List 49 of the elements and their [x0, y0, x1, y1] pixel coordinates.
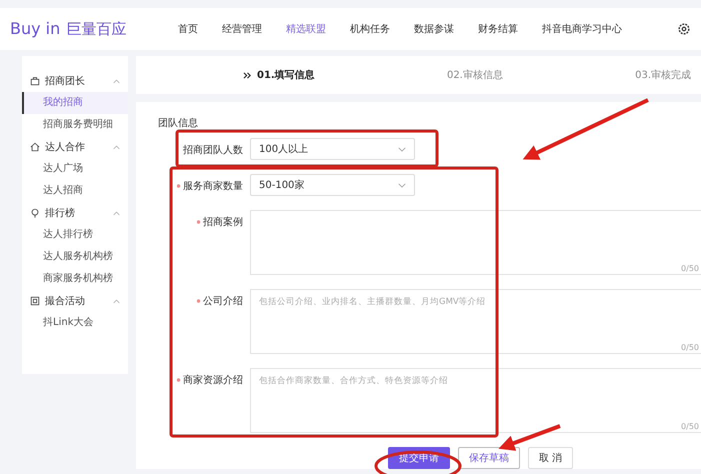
- sidebar-group[interactable]: 达人合作: [22, 136, 128, 158]
- cancel-button[interactable]: 取 消: [528, 447, 574, 469]
- sidebar-item[interactable]: 达人排行榜: [22, 224, 128, 246]
- logo[interactable]: Buy in 巨量百应: [10, 19, 160, 39]
- field-label: 招商案例: [197, 215, 243, 229]
- sidebar-item[interactable]: 招商服务费明细: [22, 114, 128, 136]
- char-counter: 0/50: [681, 343, 699, 352]
- sidebar-group[interactable]: 招商团长: [22, 70, 128, 92]
- sidebar-group[interactable]: 撮合活动: [22, 290, 128, 312]
- field-label: 招商团队人数: [183, 144, 243, 157]
- section-title: 团队信息: [158, 116, 199, 130]
- nav-link[interactable]: 财务结算: [478, 22, 518, 36]
- sidebar-item[interactable]: 抖Link大会: [22, 312, 128, 334]
- field-label: 服务商家数量: [177, 179, 243, 193]
- save-draft-button[interactable]: 保存草稿: [458, 447, 520, 469]
- step-label: 03.审核完成: [635, 68, 691, 82]
- select-field[interactable]: 50-100家: [250, 174, 415, 196]
- char-counter: 0/50: [681, 422, 699, 431]
- sidebar-group-label: 达人合作: [45, 140, 86, 154]
- nav-link[interactable]: 首页: [178, 22, 198, 36]
- grid-icon: [30, 296, 40, 306]
- bulb-icon: [30, 208, 40, 218]
- sidebar-item[interactable]: 我的招商: [22, 92, 128, 114]
- nav-link[interactable]: 数据参谋: [414, 22, 454, 36]
- nav-link[interactable]: 机构任务: [350, 22, 390, 36]
- nav-link[interactable]: 经营管理: [222, 22, 262, 36]
- house-icon: [30, 142, 40, 152]
- step-label: 01.填写信息: [257, 68, 315, 82]
- sidebar-item[interactable]: 达人招商: [22, 180, 128, 202]
- field-label: 公司介绍: [197, 294, 243, 308]
- sidebar-group[interactable]: 排行榜: [22, 202, 128, 224]
- chevron-down-icon: [398, 182, 406, 188]
- sidebar-item[interactable]: 达人广场: [22, 158, 128, 180]
- annotation-arrow: [498, 424, 561, 451]
- field-label: 商家资源介绍: [177, 373, 243, 387]
- select-field[interactable]: 100人以上: [250, 138, 415, 160]
- sidebar-group-label: 撮合活动: [45, 295, 86, 308]
- sidebar-item[interactable]: 商家服务机构榜: [22, 268, 128, 290]
- double-chevron-icon: [243, 72, 252, 78]
- sidebar-item[interactable]: 达人服务机构榜: [22, 246, 128, 268]
- chevron-down-icon: [398, 146, 406, 152]
- sidebar-group-label: 招商团长: [45, 74, 86, 88]
- nav-link[interactable]: 精选联盟: [286, 22, 326, 36]
- sidebar-group-label: 排行榜: [45, 206, 76, 220]
- step-label: 02.审核信息: [446, 68, 503, 82]
- settings-icon[interactable]: [677, 22, 691, 36]
- bag-icon: [30, 76, 40, 86]
- nav-link[interactable]: 抖音电商学习中心: [542, 22, 622, 36]
- char-counter: 0/50: [681, 264, 699, 273]
